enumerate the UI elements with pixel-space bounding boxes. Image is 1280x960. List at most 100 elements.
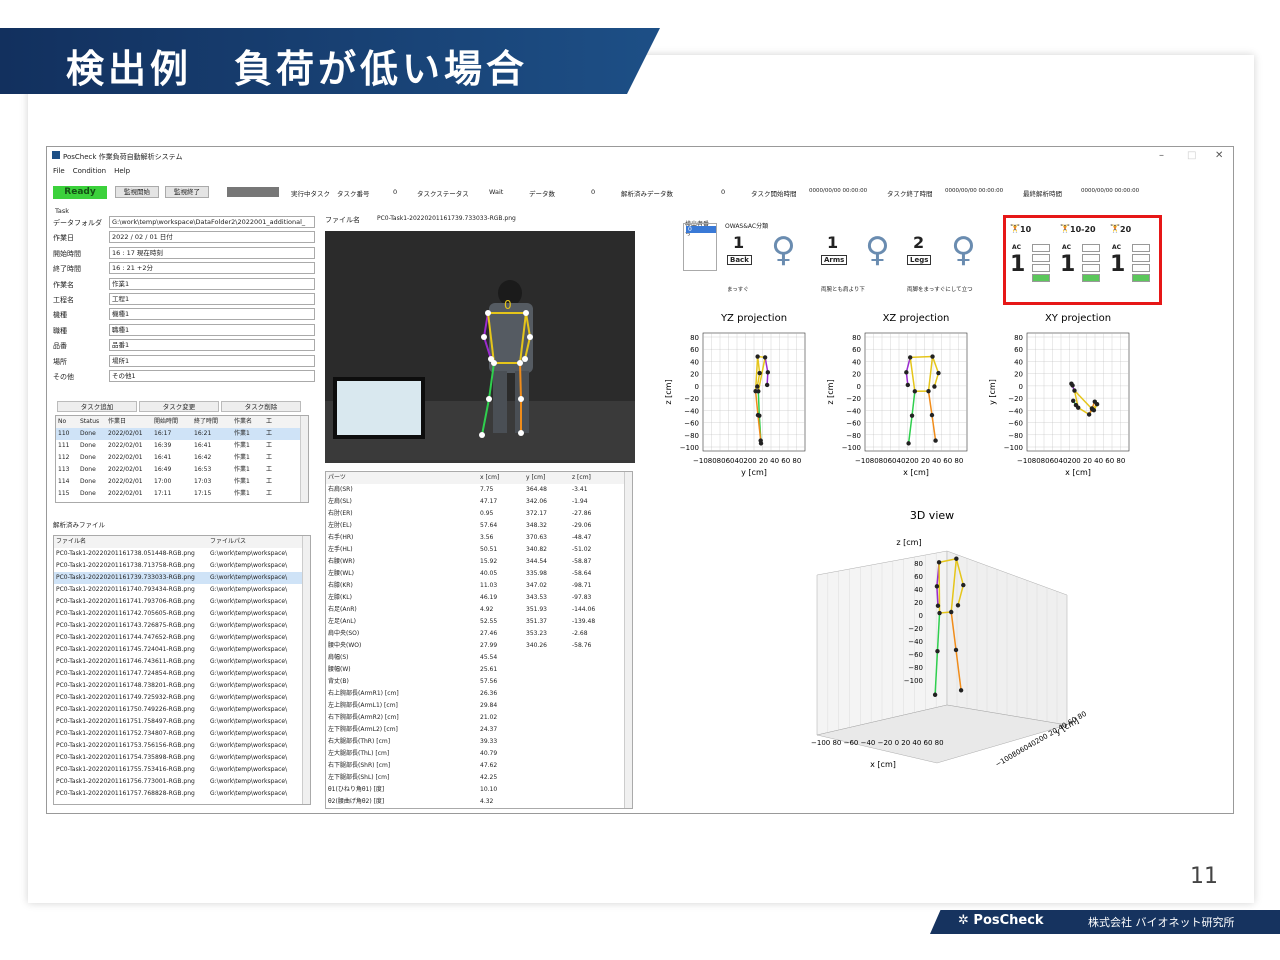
table-row[interactable]: 112 Done 2022/02/01 16:41 16:42 作業1 工: [56, 452, 308, 464]
table-cell: 右肘(ER): [328, 510, 353, 517]
table-row[interactable]: PC0-Task1-20220201161745.724041-RGB.png G…: [54, 644, 310, 656]
detector-item[interactable]: 0: [686, 226, 716, 233]
table-row[interactable]: PC0-Task1-20220201161755.753416-RGB.png G…: [54, 764, 310, 776]
table-row[interactable]: PC0-Task1-20220201161738.051448-RGB.png G…: [54, 548, 310, 560]
task-table-scrollbar[interactable]: [300, 416, 308, 502]
menu-file[interactable]: File: [53, 167, 65, 175]
table-row[interactable]: PC0-Task1-20220201161747.724854-RGB.png G…: [54, 668, 310, 680]
table-row[interactable]: PC0-Task1-20220201161741.793706-RGB.png G…: [54, 596, 310, 608]
column-header[interactable]: No: [56, 416, 78, 428]
table-row[interactable]: 右下腕部長(ArmR2) [cm] 21.02: [326, 712, 632, 724]
table-row[interactable]: 背丈(B) 57.56: [326, 676, 632, 688]
table-row[interactable]: 肩幅(S) 45.54: [326, 652, 632, 664]
table-row[interactable]: 左膝(KL) 46.19 343.53 -97.83: [326, 592, 632, 604]
table-row[interactable]: PC0-Task1-20220201161748.738201-RGB.png G…: [54, 680, 310, 692]
minimize-icon[interactable]: –: [1159, 150, 1164, 161]
table-row[interactable]: 左肩(SL) 47.17 342.06 -1.94: [326, 496, 632, 508]
edit-task-button[interactable]: タスク変更: [139, 401, 219, 412]
field-input[interactable]: 16 : 21 +2分: [109, 262, 315, 275]
table-cell: 17:00: [154, 478, 172, 485]
parts-table-scrollbar[interactable]: [624, 472, 632, 808]
table-row[interactable]: PC0-Task1-20220201161738.713758-RGB.png G…: [54, 560, 310, 572]
table-row[interactable]: 左腰(WL) 40.05 335.98 -58.64: [326, 568, 632, 580]
table-row[interactable]: 右手(HR) 3.56 370.63 -48.47: [326, 532, 632, 544]
maximize-icon[interactable]: □: [1187, 150, 1196, 161]
stop-monitor-button[interactable]: 監視終了: [165, 186, 209, 198]
table-row[interactable]: 左下腿部長(ShL) [cm] 42.25: [326, 772, 632, 784]
column-header[interactable]: 作業名: [232, 416, 264, 428]
table-row[interactable]: θ2(腰曲げ角θ2) [度] 4.32: [326, 796, 632, 808]
table-row[interactable]: 左大腿部長(ThL) [cm] 40.79: [326, 748, 632, 760]
column-header[interactable]: ファイル名: [54, 536, 208, 548]
table-row[interactable]: 右大腿部長(ThR) [cm] 39.33: [326, 736, 632, 748]
field-input[interactable]: 作業1: [109, 277, 315, 290]
table-row[interactable]: PC0-Task1-20220201161750.749226-RGB.png G…: [54, 704, 310, 716]
start-monitor-button[interactable]: 監視開始: [115, 186, 159, 198]
table-row[interactable]: 右腰(WR) 15.92 344.54 -58.87: [326, 556, 632, 568]
table-row[interactable]: PC0-Task1-20220201161739.733033-RGB.png G…: [54, 572, 310, 584]
table-row[interactable]: 左足(AnL) 52.55 351.37 -139.48: [326, 616, 632, 628]
field-input[interactable]: 機種1: [109, 308, 315, 321]
field-input[interactable]: 工程1: [109, 292, 315, 305]
file-table-scrollbar[interactable]: [302, 536, 310, 804]
table-row[interactable]: θ1(ひねり角θ1) [度] 10.10: [326, 784, 632, 796]
table-row[interactable]: PC0-Task1-20220201161746.743611-RGB.png G…: [54, 656, 310, 668]
add-task-button[interactable]: タスク追加: [57, 401, 137, 412]
column-header[interactable]: 作業日: [106, 416, 152, 428]
table-row[interactable]: 腰幅(W) 25.61: [326, 664, 632, 676]
table-row[interactable]: 右下腿部長(ShR) [cm] 47.62: [326, 760, 632, 772]
field-row: 機種 機種1: [53, 307, 315, 322]
menu-condition[interactable]: Condition: [73, 167, 106, 175]
column-header[interactable]: Status: [78, 416, 106, 428]
column-header[interactable]: z [cm]: [570, 472, 620, 484]
table-row[interactable]: 左下腕部長(ArmL2) [cm] 24.37: [326, 724, 632, 736]
column-header[interactable]: 終了時間: [192, 416, 232, 428]
field-input[interactable]: 品番1: [109, 339, 315, 352]
column-header[interactable]: y [cm]: [524, 472, 570, 484]
table-row[interactable]: 腰中央(WO) 27.99 340.26 -58.76: [326, 640, 632, 652]
task-table[interactable]: No Status 作業日 開始時間 終了時間 作業名工 110 Done 2022/02/01…: [55, 415, 309, 503]
delete-task-button[interactable]: タスク削除: [221, 401, 301, 412]
field-input[interactable]: 場所1: [109, 354, 315, 367]
field-input[interactable]: 職種1: [109, 323, 315, 336]
table-row[interactable]: 肩中央(SO) 27.46 353.23 -2.68: [326, 628, 632, 640]
field-input[interactable]: 2022 / 02 / 01 日付: [109, 231, 315, 244]
table-row[interactable]: 左手(HL) 50.51 340.82 -51.02: [326, 544, 632, 556]
table-row[interactable]: 右足(AnR) 4.92 351.93 -144.06: [326, 604, 632, 616]
field-input[interactable]: 16 : 17 現在時刻: [109, 246, 315, 259]
table-row[interactable]: PC0-Task1-20220201161757.768828-RGB.png G…: [54, 788, 310, 800]
table-row[interactable]: 右肘(ER) 0.95 372.17 -27.86: [326, 508, 632, 520]
column-header[interactable]: x [cm]: [478, 472, 524, 484]
parts-table[interactable]: パーツ x [cm] y [cm] z [cm] 右肩(SR) 7.75 364.48 -3.…: [325, 471, 633, 809]
table-row[interactable]: PC0-Task1-20220201161754.735898-RGB.png G…: [54, 752, 310, 764]
detector-list[interactable]: 0: [683, 223, 717, 271]
table-row[interactable]: 114 Done 2022/02/01 17:00 17:03 作業1 工: [56, 476, 308, 488]
table-row[interactable]: PC0-Task1-20220201161744.747652-RGB.png G…: [54, 632, 310, 644]
table-row[interactable]: 右上腕部長(ArmR1) [cm] 26.36: [326, 688, 632, 700]
table-row[interactable]: PC0-Task1-20220201161752.734807-RGB.png G…: [54, 728, 310, 740]
table-row[interactable]: PC0-Task1-20220201161743.726875-RGB.png G…: [54, 620, 310, 632]
column-header[interactable]: パーツ: [326, 472, 478, 484]
table-row[interactable]: 左上腕部長(ArmL1) [cm] 29.84: [326, 700, 632, 712]
file-table[interactable]: ファイル名 ファイルパス PC0-Task1-20220201161738.0514…: [53, 535, 311, 805]
table-row[interactable]: 右肩(SR) 7.75 364.48 -3.41: [326, 484, 632, 496]
table-row[interactable]: PC0-Task1-20220201161751.758497-RGB.png G…: [54, 716, 310, 728]
table-row[interactable]: PC0-Task1-20220201161753.756156-RGB.png G…: [54, 740, 310, 752]
table-row[interactable]: 右膝(KR) 11.03 347.02 -98.71: [326, 580, 632, 592]
field-input[interactable]: G:\work\temp\workspace\DataFolder2\20220…: [109, 216, 315, 228]
field-input[interactable]: その他1: [109, 369, 315, 382]
column-header[interactable]: 工: [264, 416, 278, 428]
table-row[interactable]: 左肘(EL) 57.64 348.32 -29.06: [326, 520, 632, 532]
close-icon[interactable]: ✕: [1215, 150, 1223, 161]
table-row[interactable]: PC0-Task1-20220201161749.725932-RGB.png G…: [54, 692, 310, 704]
table-row[interactable]: 113 Done 2022/02/01 16:49 16:53 作業1 工: [56, 464, 308, 476]
table-row[interactable]: 115 Done 2022/02/01 17:11 17:15 作業1 工: [56, 488, 308, 500]
menu-help[interactable]: Help: [114, 167, 130, 175]
table-row[interactable]: PC0-Task1-20220201161756.773001-RGB.png G…: [54, 776, 310, 788]
column-header[interactable]: 開始時間: [152, 416, 192, 428]
table-row[interactable]: PC0-Task1-20220201161742.705605-RGB.png G…: [54, 608, 310, 620]
column-header[interactable]: ファイルパス: [208, 536, 304, 548]
table-row[interactable]: PC0-Task1-20220201161740.793434-RGB.png G…: [54, 584, 310, 596]
table-row[interactable]: 110 Done 2022/02/01 16:17 16:21 作業1 工: [56, 428, 308, 440]
table-row[interactable]: 111 Done 2022/02/01 16:39 16:41 作業1 工: [56, 440, 308, 452]
